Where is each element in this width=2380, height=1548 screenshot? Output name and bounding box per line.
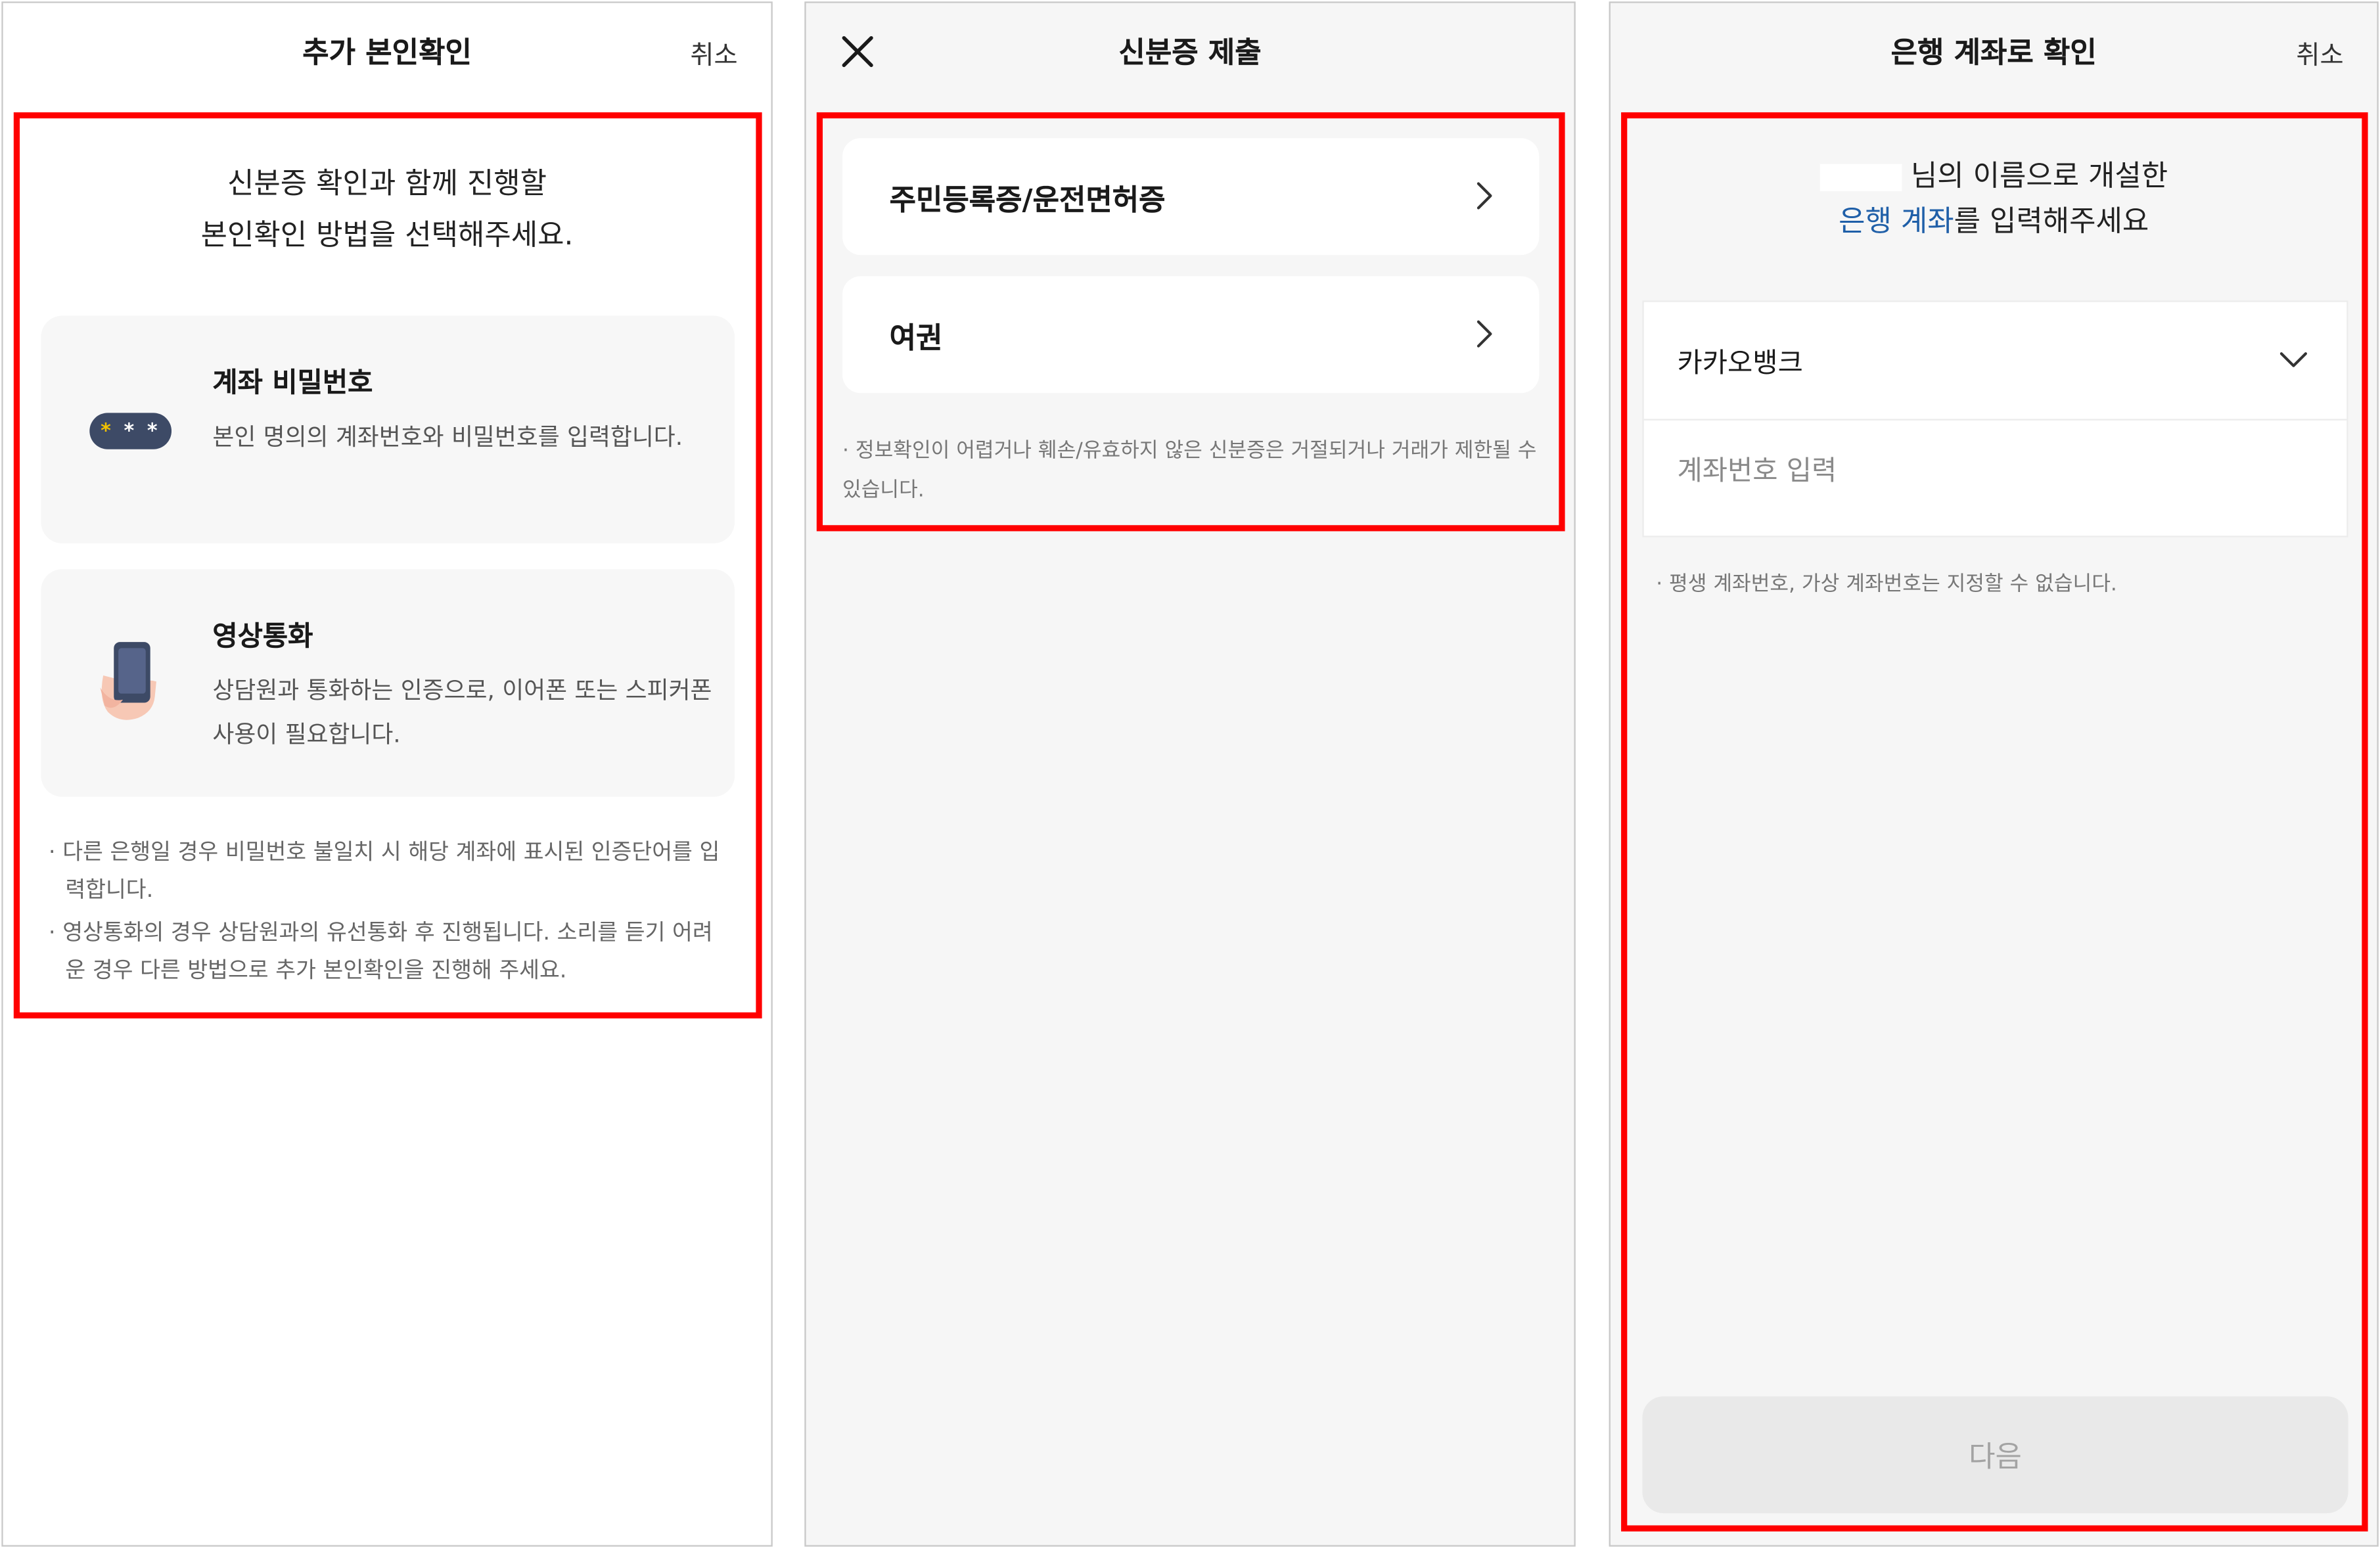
phone-in-hand-icon (100, 642, 156, 720)
option-description: 상담원과 통화하는 인증으로, 이어폰 또는 스피커폰 사용이 필요합니다. (212, 677, 712, 748)
option-description: 본인 명의의 계좌번호와 비밀번호를 입력합니다. (212, 423, 683, 451)
option-video-call[interactable]: 영상통화 상담원과 통화하는 인증으로, 이어폰 또는 스피커폰 사용이 필요합… (41, 569, 735, 797)
note-item: · 다른 은행일 경우 비밀번호 불일치 시 해당 계좌에 표시된 인증단어를 … (48, 840, 720, 903)
cancel-button[interactable]: 취소 (2296, 34, 2343, 71)
cancel-button[interactable]: 취소 (690, 34, 737, 71)
page-title: 추가 본인확인 (302, 36, 472, 70)
page-title: 신분증 제출 (1118, 36, 1262, 70)
intro-text: 님의 이름으로 개설한 은행 계좌를 입력해주세요 (1611, 153, 2377, 244)
bank-select[interactable]: 카카오뱅크 (1643, 302, 2347, 421)
chevron-right-icon (1476, 182, 1492, 210)
next-button[interactable]: 다음 (1642, 1396, 2348, 1514)
screenshot-stage: 추가 본인확인 취소 신분증 확인과 함께 진행할 본인확인 방법을 선택해주세… (0, 0, 2380, 1548)
option-account-password[interactable]: * * * 계좌 비밀번호 본인 명의의 계좌번호와 비밀번호를 입력합니다. (41, 315, 735, 543)
id-option-resident-or-license[interactable]: 주민등록증/운전면허증 (842, 138, 1540, 256)
intro-line: 본인확인 방법을 선택해주세요. (200, 218, 574, 252)
intro-text: 신분증 확인과 함께 진행할 본인확인 방법을 선택해주세요. (3, 158, 771, 261)
bank-selected-value: 카카오뱅크 (1677, 347, 1803, 380)
password-dots-icon: * * * (89, 413, 172, 449)
panel-additional-verification: 추가 본인확인 취소 신분증 확인과 함께 진행할 본인확인 방법을 선택해주세… (1, 1, 773, 1547)
notes-list: · 다른 은행일 경우 비밀번호 불일치 시 해당 계좌에 표시된 인증단어를 … (49, 835, 731, 996)
id-option-label: 여권 (889, 321, 943, 355)
panel-id-submission: 신분증 제출 주민등록증/운전면허증 여권 · 정보확인이 어렵거나 훼손/유효… (804, 1, 1576, 1547)
id-option-passport[interactable]: 여권 (842, 276, 1540, 394)
panel-bank-account-verification: 은행 계좌로 확인 취소 님의 이름으로 개설한 은행 계좌를 입력해주세요 카… (1609, 1, 2379, 1547)
page-title: 은행 계좌로 확인 (1890, 36, 2097, 70)
intro-suffix: 님의 이름으로 개설한 (1910, 159, 2168, 193)
account-form: 카카오뱅크 (1642, 300, 2348, 537)
intro-rest: 를 입력해주세요 (1954, 204, 2149, 239)
option-title: 계좌 비밀번호 (212, 367, 373, 399)
account-note: · 평생 계좌번호, 가상 계좌번호는 지정할 수 없습니다. (1656, 572, 2117, 597)
masked-user-name (1819, 163, 1902, 191)
note-item: · 영상통화의 경우 상담원과의 유선통화 후 진행됩니다. 소리를 듣기 어려… (48, 921, 713, 984)
chevron-down-icon (2279, 352, 2307, 367)
bank-account-highlight: 은행 계좌 (1839, 204, 1954, 239)
account-number-input[interactable] (1677, 455, 2285, 488)
chevron-right-icon (1476, 320, 1492, 348)
id-note: · 정보확인이 어렵거나 훼손/유효하지 않은 신분증은 거절되거나 거래가 제… (842, 438, 1537, 503)
intro-line: 신분증 확인과 함께 진행할 (227, 167, 547, 200)
id-option-label: 주민등록증/운전면허증 (889, 183, 1166, 217)
option-title: 영상통화 (212, 620, 313, 653)
